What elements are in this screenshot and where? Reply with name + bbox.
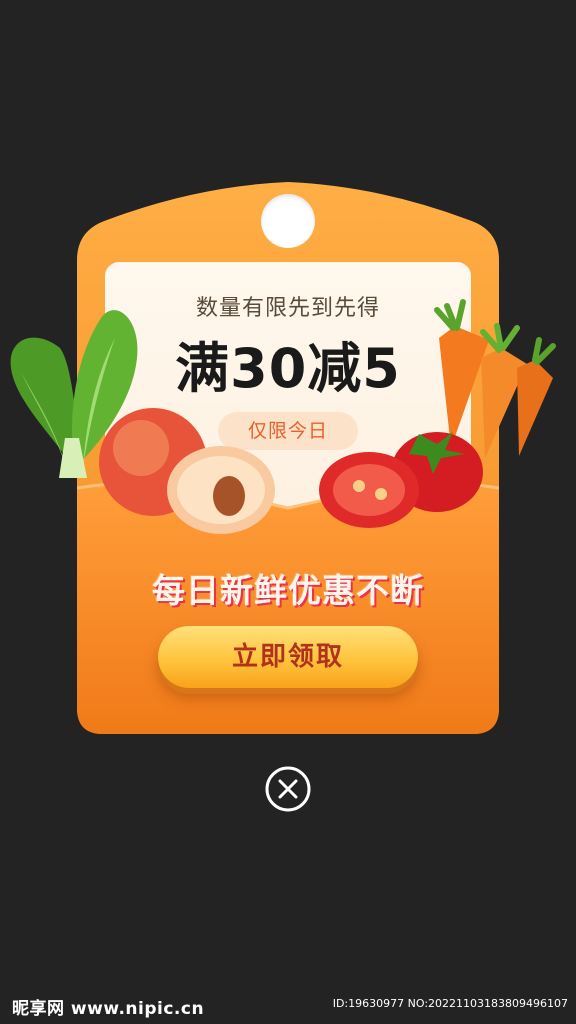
peach-icon <box>99 408 275 534</box>
hang-hole <box>261 194 315 248</box>
close-icon[interactable] <box>264 765 312 813</box>
page: 数量有限先到先得 满30减5 仅限今日 每日新鲜优惠不断 立即领取 昵享网 ww… <box>0 0 576 1024</box>
coupon-card: 数量有限先到先得 满30减5 仅限今日 每日新鲜优惠不断 立即领取 <box>10 168 556 734</box>
claim-button[interactable]: 立即领取 <box>158 626 418 688</box>
watermark-logo: 昵享网 www.nipic.cn <box>12 999 205 1019</box>
tomato-icon <box>319 432 483 528</box>
promo-slogan: 每日新鲜优惠不断 <box>152 571 424 610</box>
watermark-id: ID:19630977 NO:20221103183809496107 <box>332 997 568 1010</box>
